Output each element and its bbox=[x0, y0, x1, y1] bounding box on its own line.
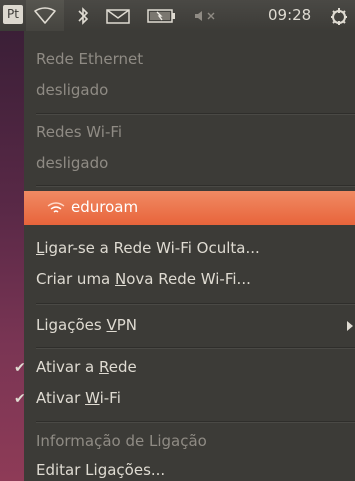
connection-information: Informação de Ligação bbox=[36, 432, 207, 450]
menu-separator bbox=[36, 303, 355, 305]
mail-icon[interactable] bbox=[106, 9, 130, 24]
clock[interactable]: 09:28 bbox=[268, 5, 311, 25]
network-name: eduroam bbox=[71, 198, 139, 216]
menu-label: igar-se a Rede Wi-Fi Oculta... bbox=[44, 239, 260, 257]
top-panel: Pt 09:28 bbox=[0, 0, 355, 31]
volume-muted-icon[interactable] bbox=[193, 9, 221, 23]
menu-separator bbox=[36, 347, 355, 349]
mnemonic: W bbox=[85, 389, 100, 407]
mnemonic: V bbox=[106, 316, 117, 334]
menu-label: ova Rede Wi-Fi... bbox=[126, 270, 251, 288]
network-indicator[interactable] bbox=[26, 0, 64, 31]
menu-separator bbox=[36, 421, 355, 423]
menu-label: i-Fi bbox=[99, 389, 121, 407]
network-wireless-icon bbox=[34, 7, 56, 24]
menu-label: Ativar bbox=[36, 389, 86, 407]
enable-wifi-toggle[interactable]: Ativar Wi-Fi bbox=[36, 387, 121, 409]
menu-label: Ligações bbox=[36, 316, 107, 334]
menu-label: Criar uma bbox=[36, 270, 116, 288]
ethernet-status: desligado bbox=[36, 81, 109, 99]
create-new-wifi[interactable]: Criar uma Nova Rede Wi-Fi... bbox=[36, 268, 251, 290]
mnemonic: R bbox=[99, 358, 109, 376]
keyboard-layout-indicator[interactable]: Pt bbox=[3, 5, 23, 24]
ethernet-header: Rede Ethernet bbox=[36, 50, 144, 68]
power-gear-icon[interactable] bbox=[327, 5, 351, 27]
wifi-signal-icon bbox=[47, 202, 65, 213]
checkmark-icon: ✔ bbox=[14, 391, 26, 407]
menu-label: Ativar a bbox=[36, 358, 100, 376]
menu-separator bbox=[36, 113, 355, 115]
menu-separator bbox=[36, 185, 355, 187]
bluetooth-icon[interactable] bbox=[76, 6, 90, 26]
mnemonic: N bbox=[115, 270, 127, 288]
menu-label: PN bbox=[116, 316, 138, 334]
wifi-header: Redes Wi-Fi bbox=[36, 123, 123, 141]
vpn-connections-submenu[interactable]: Ligações VPN bbox=[36, 314, 137, 336]
menu-label: ede bbox=[108, 358, 137, 376]
enable-networking-toggle[interactable]: Ativar a Rede bbox=[36, 356, 137, 378]
battery-icon[interactable] bbox=[147, 9, 177, 23]
checkmark-icon: ✔ bbox=[14, 360, 26, 376]
wifi-status: desligado bbox=[36, 154, 109, 172]
submenu-arrow-icon bbox=[347, 321, 353, 331]
edit-connections[interactable]: Editar Ligações... bbox=[36, 459, 165, 481]
connect-hidden-wifi[interactable]: Ligar-se a Rede Wi-Fi Oculta... bbox=[36, 237, 260, 259]
desktop-wallpaper bbox=[0, 31, 24, 481]
